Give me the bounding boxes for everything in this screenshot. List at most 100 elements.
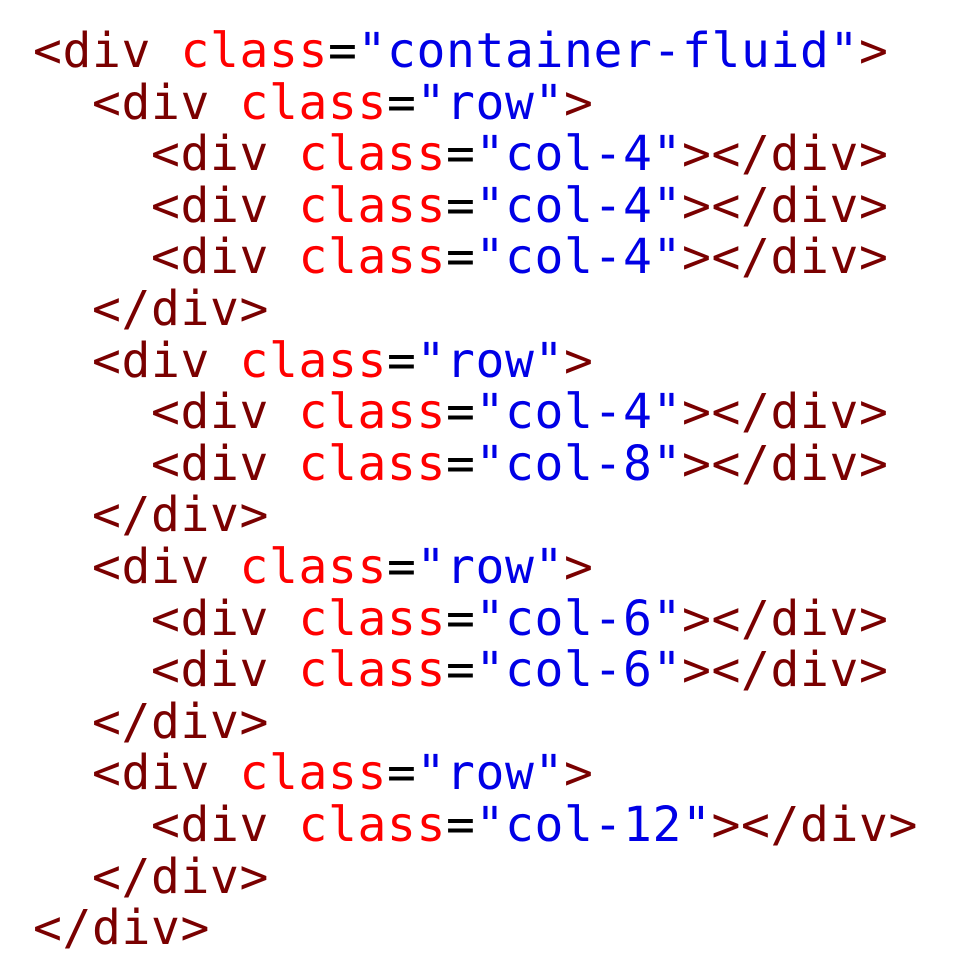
equals-sign: =: [446, 126, 476, 183]
code-line: <div class="col-6"></div>: [33, 642, 918, 699]
attribute-name: class: [298, 126, 446, 183]
opening-tag: <div: [151, 796, 269, 853]
attribute-name: class: [298, 796, 446, 853]
attribute-value: "col-12": [475, 796, 712, 853]
code-line: <div class="row">: [33, 332, 918, 389]
closing-tag: </div>: [741, 796, 918, 853]
attribute-value: "col-6": [475, 642, 682, 699]
attribute-value: "col-4": [475, 126, 682, 183]
attribute-name: class: [239, 74, 387, 131]
opening-tag: <div: [92, 332, 210, 389]
tag-end: >: [682, 177, 712, 234]
code-line: </div>: [33, 490, 918, 542]
opening-tag: <div: [151, 590, 269, 647]
closing-tag: </div>: [711, 590, 889, 647]
code-line: <div class="col-6"></div>: [33, 590, 918, 647]
closing-tag: </div>: [92, 848, 269, 905]
equals-sign: =: [446, 642, 476, 699]
attribute-name: class: [298, 229, 446, 286]
attribute-value: "col-6": [475, 590, 682, 647]
tag-end: >: [711, 796, 741, 853]
equals-sign: =: [387, 538, 417, 595]
attribute-value: "row": [416, 74, 564, 131]
closing-tag: </div>: [711, 384, 889, 441]
closing-tag: </div>: [92, 280, 269, 337]
closing-tag: </div>: [92, 487, 269, 544]
tag-end: >: [682, 590, 712, 647]
tag-end: >: [682, 384, 712, 441]
closing-tag: </div>: [711, 642, 889, 699]
code-line: </div>: [33, 694, 918, 750]
code-line: <div class="row">: [33, 74, 918, 131]
equals-sign: =: [446, 435, 476, 492]
tag-end: >: [564, 538, 594, 595]
code-line: <div class="col-4"></div>: [33, 177, 918, 234]
attribute-value: "col-4": [475, 177, 682, 234]
closing-tag: </div>: [711, 177, 889, 234]
code-line: <div class="row">: [33, 538, 918, 595]
equals-sign: =: [328, 23, 358, 79]
equals-sign: =: [446, 229, 476, 286]
equals-sign: =: [387, 332, 417, 389]
attribute-name: class: [298, 590, 446, 647]
code-line: </div>: [33, 900, 918, 957]
tag-end: >: [682, 642, 712, 699]
code-line: <div class="container-fluid">: [33, 23, 918, 79]
tag-end: >: [564, 745, 594, 802]
attribute-name: class: [298, 177, 446, 234]
code-line: <div class="col-4"></div>: [33, 384, 918, 441]
attribute-name: class: [180, 23, 328, 79]
opening-tag: <div: [151, 229, 269, 286]
opening-tag: <div: [151, 126, 269, 183]
attribute-name: class: [239, 745, 387, 802]
tag-end: >: [564, 74, 594, 131]
code-line: <div class="col-8"></div>: [33, 435, 918, 492]
tag-end: >: [564, 332, 594, 389]
attribute-name: class: [298, 642, 446, 699]
tag-end: >: [682, 435, 712, 492]
opening-tag: <div: [151, 435, 269, 492]
equals-sign: =: [446, 384, 476, 441]
opening-tag: <div: [151, 177, 269, 234]
attribute-value: "container-fluid": [357, 23, 859, 79]
closing-tag: </div>: [711, 126, 889, 183]
opening-tag: <div: [151, 642, 269, 699]
closing-tag: </div>: [33, 900, 210, 957]
code-line: <div class="col-12"></div>: [33, 796, 918, 853]
opening-tag: <div: [151, 384, 269, 441]
code-line: </div>: [33, 280, 918, 337]
attribute-value: "row": [416, 538, 564, 595]
attribute-value: "row": [416, 745, 564, 802]
tag-end: >: [682, 229, 712, 286]
opening-tag: <div: [92, 538, 210, 595]
code-line: <div class="col-4"></div>: [33, 126, 918, 183]
tag-end: >: [858, 23, 889, 79]
attribute-value: "col-4": [475, 229, 682, 286]
equals-sign: =: [446, 590, 476, 647]
tag-end: >: [682, 126, 712, 183]
equals-sign: =: [446, 177, 476, 234]
